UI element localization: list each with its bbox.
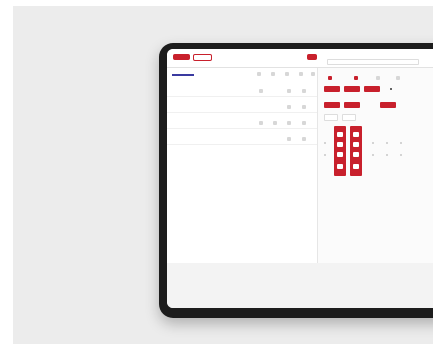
list-item[interactable] [167, 86, 317, 97]
grid-cell[interactable] [353, 164, 359, 169]
app-screen [167, 49, 433, 308]
tool-icon[interactable] [354, 76, 358, 80]
row-status-icon [302, 105, 306, 109]
row-status-icon [302, 137, 306, 141]
search-input[interactable] [327, 59, 419, 65]
list-item[interactable] [167, 118, 317, 129]
tablet-device [159, 43, 433, 318]
top-toolbar [167, 49, 433, 68]
row-status-icon [259, 89, 263, 93]
grid-dot [400, 154, 402, 156]
tool-icon[interactable] [376, 76, 380, 80]
row-status-icon [302, 121, 306, 125]
column-icon [311, 72, 315, 76]
left-panel [167, 68, 318, 263]
row-status-icon [302, 89, 306, 93]
grid-dot [372, 142, 374, 144]
grid-dot [386, 154, 388, 156]
option-button[interactable] [364, 86, 380, 92]
option-button[interactable] [324, 86, 340, 92]
row-status-icon [287, 137, 291, 141]
toggle-button[interactable] [342, 114, 356, 121]
option-button[interactable] [380, 102, 396, 108]
primary-action-button[interactable] [173, 54, 190, 60]
toggle-button[interactable] [324, 114, 338, 121]
row-status-icon [287, 105, 291, 109]
option-button[interactable] [324, 102, 340, 108]
grid-dot [372, 154, 374, 156]
row-status-icon [259, 121, 263, 125]
background-wall [13, 6, 433, 344]
grid-cell[interactable] [337, 152, 343, 157]
tool-icon[interactable] [396, 76, 400, 80]
empty-footer-area [167, 263, 433, 308]
row-status-icon [273, 121, 277, 125]
grid-dot [324, 142, 326, 144]
secondary-action-button[interactable] [193, 54, 212, 61]
column-icon [257, 72, 261, 76]
row-status-icon [287, 121, 291, 125]
column-icon [299, 72, 303, 76]
add-button[interactable] [307, 54, 317, 60]
list-item[interactable] [167, 102, 317, 113]
tool-icon[interactable] [328, 76, 332, 80]
option-button[interactable] [344, 86, 360, 92]
grid-cell[interactable] [337, 142, 343, 147]
left-panel-header [172, 74, 194, 76]
option-button[interactable] [344, 102, 360, 108]
right-panel [318, 68, 433, 263]
indicator-icon [390, 88, 392, 90]
grid-cell[interactable] [353, 142, 359, 147]
grid-cell[interactable] [353, 152, 359, 157]
row-status-icon [287, 89, 291, 93]
grid-cell[interactable] [353, 132, 359, 137]
column-icon [285, 72, 289, 76]
grid-dot [324, 154, 326, 156]
list-item[interactable] [167, 134, 317, 145]
grid-cell[interactable] [337, 132, 343, 137]
grid-dot [400, 142, 402, 144]
grid-cell[interactable] [337, 164, 343, 169]
column-icon [271, 72, 275, 76]
grid-dot [386, 142, 388, 144]
